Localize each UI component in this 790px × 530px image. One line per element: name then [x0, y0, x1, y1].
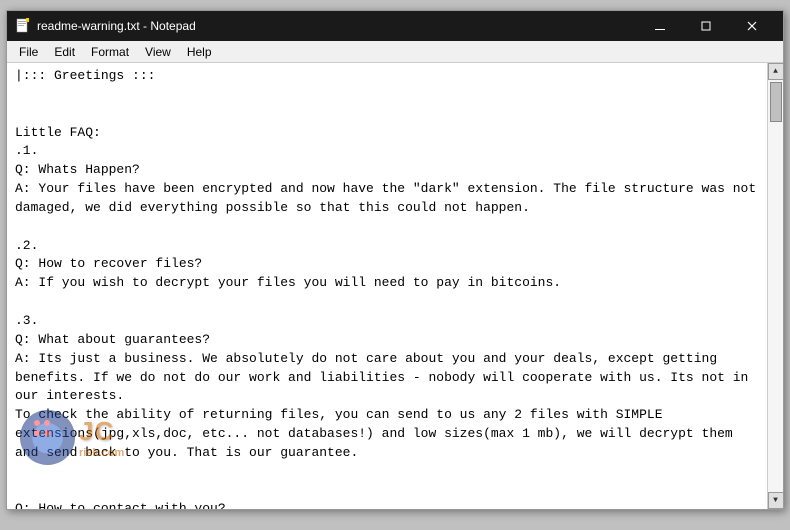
text-content[interactable]: |::: Greetings ::: Little FAQ: .1. Q: Wh… [7, 63, 767, 509]
scroll-thumb[interactable] [770, 82, 782, 122]
scrollbar[interactable]: ▲ ▼ [767, 63, 783, 509]
maximize-button[interactable] [683, 11, 729, 41]
close-button[interactable] [729, 11, 775, 41]
window-title: readme-warning.txt - Notepad [37, 19, 637, 33]
menu-format[interactable]: Format [83, 43, 137, 61]
minimize-button[interactable] [637, 11, 683, 41]
menu-view[interactable]: View [137, 43, 179, 61]
menu-edit[interactable]: Edit [46, 43, 83, 61]
titlebar: readme-warning.txt - Notepad [7, 11, 783, 41]
notepad-icon [15, 18, 31, 34]
scroll-down-button[interactable]: ▼ [768, 492, 784, 509]
content-area: |::: Greetings ::: Little FAQ: .1. Q: Wh… [7, 63, 783, 509]
menu-file[interactable]: File [11, 43, 46, 61]
menu-help[interactable]: Help [179, 43, 220, 61]
scroll-track[interactable] [768, 80, 784, 492]
scroll-up-button[interactable]: ▲ [768, 63, 784, 80]
notepad-window: readme-warning.txt - Notepad File Edit F… [6, 10, 784, 510]
menubar: File Edit Format View Help [7, 41, 783, 63]
window-controls [637, 11, 775, 41]
